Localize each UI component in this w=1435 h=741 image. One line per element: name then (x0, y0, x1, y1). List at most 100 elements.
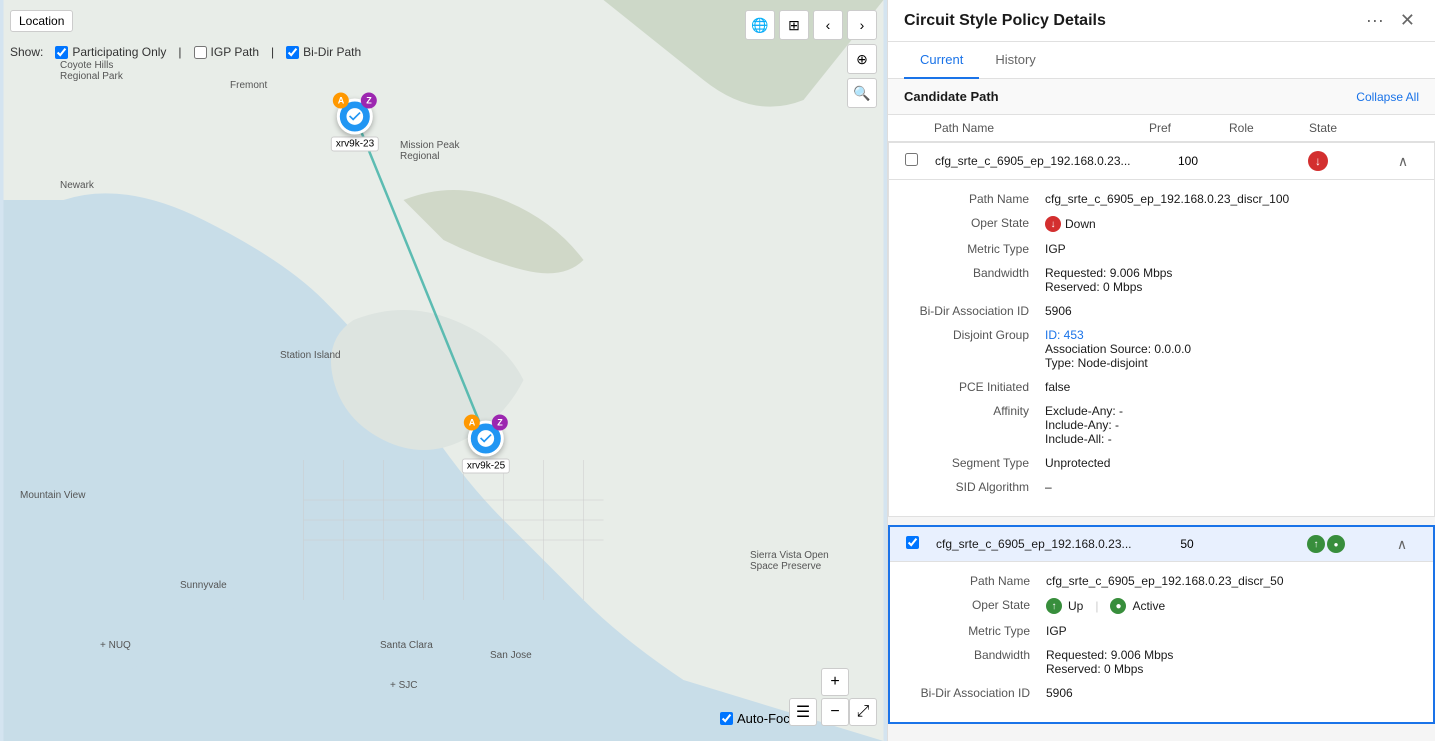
oper-state-down-wrap: ↓ Down (1045, 216, 1418, 232)
nav-next-button[interactable]: › (847, 10, 877, 40)
state-separator-2: | (1095, 599, 1098, 613)
location-button[interactable]: Location (10, 10, 73, 32)
grid-button[interactable]: ⊞ (779, 10, 809, 40)
col-pref: Pref (1149, 121, 1229, 135)
map-top-bar: Location (10, 10, 73, 32)
separator-1: | (178, 45, 181, 59)
detail-value-bandwidth-1: Requested: 9.006 Mbps Reserved: 0 Mbps (1045, 266, 1418, 294)
participating-only-checkbox[interactable] (55, 46, 68, 59)
tab-current[interactable]: Current (904, 42, 979, 79)
map-area: Fremont Newark Coyote HillsRegional Park… (0, 0, 887, 741)
detail-value-bidir-1: 5906 (1045, 304, 1418, 318)
detail-value-disjoint-1: ID: 453 Association Source: 0.0.0.0 Type… (1045, 328, 1418, 370)
bw-reserved-1: Reserved: 0 Mbps (1045, 280, 1418, 294)
zoom-control-area: + SJC (390, 680, 418, 691)
zoom-out-button[interactable]: − (821, 698, 849, 726)
right-panel: Circuit Style Policy Details ··· ✕ Curre… (887, 0, 1435, 741)
close-panel-button[interactable]: ✕ (1396, 8, 1419, 33)
nav-prev-button[interactable]: ‹ (813, 10, 843, 40)
bidir-path-checkbox[interactable] (286, 46, 299, 59)
path-2-up-icon: ↑ (1307, 535, 1325, 553)
tab-history[interactable]: History (979, 42, 1051, 79)
path-1-detail: Path Name cfg_srte_c_6905_ep_192.168.0.2… (889, 180, 1434, 516)
igp-path-label[interactable]: IGP Path (194, 45, 259, 59)
path-2-active-icon: ● (1327, 535, 1345, 553)
auto-focus-checkbox[interactable] (720, 712, 733, 725)
detail-value-oper-state-1: ↓ Down (1045, 216, 1418, 232)
panel-title: Circuit Style Policy Details (904, 12, 1362, 30)
globe-button[interactable]: 🌐 (745, 10, 775, 40)
active-text-2: Active (1132, 599, 1165, 613)
path-table-header: Path Name Pref Role State (888, 115, 1435, 142)
path-2-checkbox[interactable] (906, 536, 919, 549)
detail-label-oper-state-2: Oper State (906, 598, 1046, 614)
detail-label-bandwidth-1: Bandwidth (905, 266, 1045, 294)
up-text-2: Up (1068, 599, 1083, 613)
bidir-path-label[interactable]: Bi-Dir Path (286, 45, 361, 59)
participating-only-label[interactable]: Participating Only (55, 45, 166, 59)
path-1-pref: 100 (1148, 154, 1228, 168)
path-1-checkbox-wrap[interactable] (905, 153, 935, 169)
show-bar: Show: Participating Only | IGP Path | Bi… (10, 45, 361, 59)
collapse-all-button[interactable]: Collapse All (1356, 90, 1419, 104)
detail-value-affinity-1: Exclude-Any: - Include-Any: - Include-Al… (1045, 404, 1418, 446)
detail-label-pce-1: PCE Initiated (905, 380, 1045, 394)
path-2-chevron[interactable]: ∧ (1387, 536, 1417, 553)
map-right-controls: 🌐 ⊞ ‹ › ⊕ 🔍 (745, 10, 877, 108)
detail-row-path-name-1: Path Name cfg_srte_c_6905_ep_192.168.0.2… (905, 192, 1418, 206)
detail-label-bidir-2: Bi-Dir Association ID (906, 686, 1046, 700)
detail-value-bandwidth-2: Requested: 9.006 Mbps Reserved: 0 Mbps (1046, 648, 1417, 676)
path-2-checkbox-wrap[interactable] (906, 536, 936, 552)
expand-map-button[interactable]: ⤢ (849, 698, 877, 726)
detail-value-path-name-1: cfg_srte_c_6905_ep_192.168.0.23_discr_10… (1045, 192, 1418, 206)
detail-row-bidir-1: Bi-Dir Association ID 5906 (905, 304, 1418, 318)
detail-row-disjoint-1: Disjoint Group ID: 453 Association Sourc… (905, 328, 1418, 370)
panel-content: Candidate Path Collapse All Path Name Pr… (888, 79, 1435, 741)
affinity-exclude-1: Exclude-Any: - (1045, 404, 1418, 418)
path-row-2[interactable]: cfg_srte_c_6905_ep_192.168.0.23... 50 ↑ … (890, 527, 1433, 562)
more-options-button[interactable]: ··· (1362, 8, 1388, 33)
detail-row-affinity-1: Affinity Exclude-Any: - Include-Any: - I… (905, 404, 1418, 446)
path-2-name: cfg_srte_c_6905_ep_192.168.0.23... (936, 537, 1147, 551)
path-1-chevron[interactable]: ∧ (1388, 153, 1418, 170)
path-row-2-container: cfg_srte_c_6905_ep_192.168.0.23... 50 ↑ … (888, 525, 1435, 724)
zoom-in-button[interactable]: + (821, 668, 849, 696)
search-button[interactable]: 🔍 (847, 78, 877, 108)
path-1-checkbox[interactable] (905, 153, 918, 166)
detail-row-oper-state-1: Oper State ↓ Down (905, 216, 1418, 232)
section-title: Candidate Path (904, 89, 999, 104)
separator-2: | (271, 45, 274, 59)
path-1-name: cfg_srte_c_6905_ep_192.168.0.23... (935, 154, 1148, 168)
path-row-1[interactable]: cfg_srte_c_6905_ep_192.168.0.23... 100 ↓… (889, 143, 1434, 180)
node-xrv9k-23[interactable]: A Z xrv9k-23 (331, 99, 379, 152)
detail-value-segment-1: Unprotected (1045, 456, 1418, 470)
path-2-detail: Path Name cfg_srte_c_6905_ep_192.168.0.2… (890, 562, 1433, 722)
detail-row-segment-1: Segment Type Unprotected (905, 456, 1418, 470)
affinity-include-all-1: Include-All: - (1045, 432, 1418, 446)
list-view-button[interactable]: ☰ (789, 698, 817, 726)
col-role: Role (1229, 121, 1309, 135)
col-path-name: Path Name (934, 121, 1149, 135)
detail-row-bidir-2: Bi-Dir Association ID 5906 (906, 686, 1417, 700)
detail-row-bandwidth-1: Bandwidth Requested: 9.006 Mbps Reserved… (905, 266, 1418, 294)
detail-label-path-name-1: Path Name (905, 192, 1045, 206)
detail-label-sid-1: SID Algorithm (905, 480, 1045, 494)
disjoint-type-1: Type: Node-disjoint (1045, 356, 1418, 370)
show-label: Show: (10, 45, 43, 59)
up-badge-2: ↑ (1046, 598, 1062, 614)
layers-button[interactable]: ⊕ (847, 44, 877, 74)
disjoint-assoc-source-1: Association Source: 0.0.0.0 (1045, 342, 1418, 356)
detail-value-metric-2: IGP (1046, 624, 1417, 638)
bw-reserved-2: Reserved: 0 Mbps (1046, 662, 1417, 676)
igp-path-checkbox[interactable] (194, 46, 207, 59)
disjoint-id-1[interactable]: ID: 453 (1045, 328, 1084, 342)
node-label-23: xrv9k-23 (331, 137, 379, 152)
active-badge-2: ● (1110, 598, 1126, 614)
oper-state-up-wrap: ↑ Up | ● Active (1046, 598, 1417, 614)
path-1-down-icon: ↓ (1308, 151, 1328, 171)
node-xrv9k-25[interactable]: A Z xrv9k-25 (462, 421, 510, 474)
affinity-include-any-1: Include-Any: - (1045, 418, 1418, 432)
detail-row-metric-1: Metric Type IGP (905, 242, 1418, 256)
detail-value-metric-1: IGP (1045, 242, 1418, 256)
detail-label-metric-1: Metric Type (905, 242, 1045, 256)
